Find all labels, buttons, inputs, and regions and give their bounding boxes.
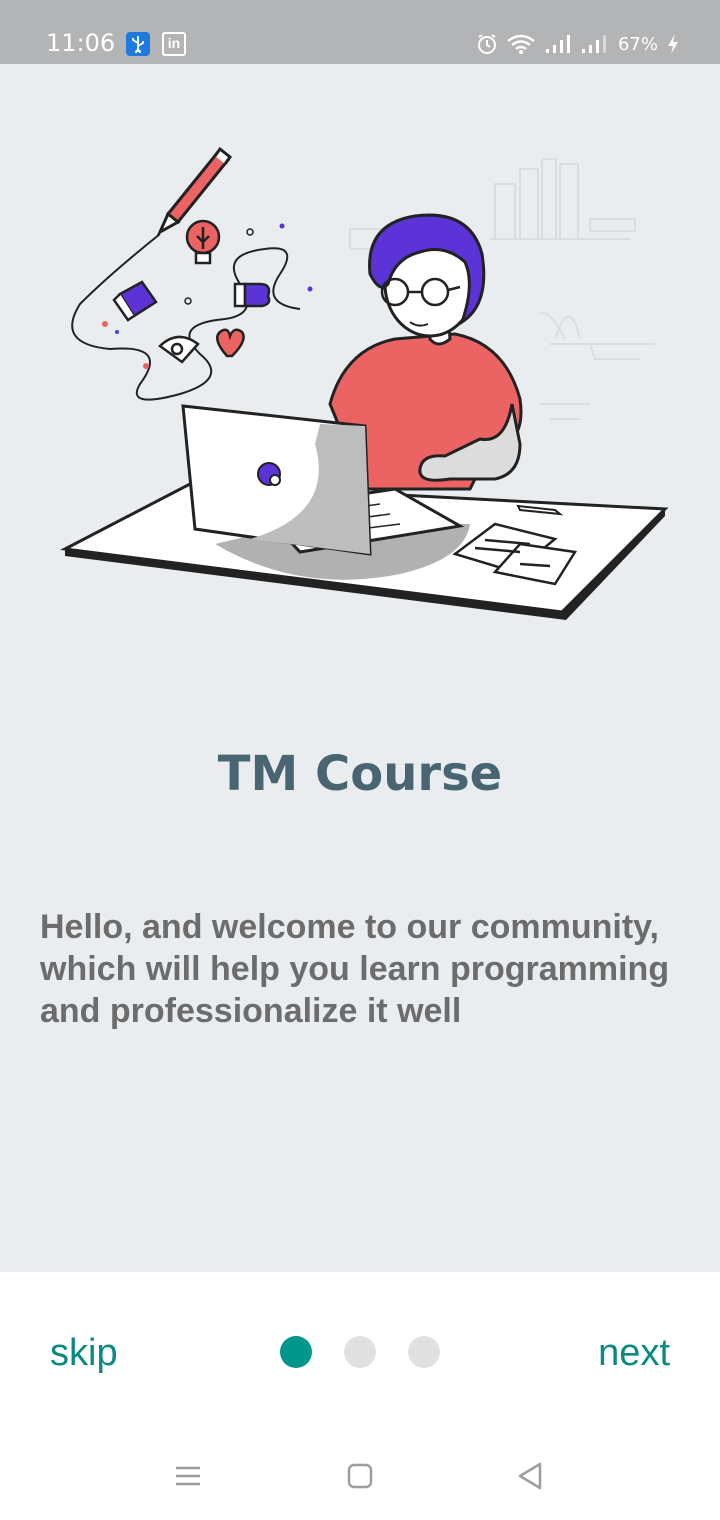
page-dot-2[interactable] bbox=[344, 1336, 376, 1368]
page-indicator bbox=[280, 1336, 440, 1368]
skip-button[interactable]: skip bbox=[50, 1330, 118, 1376]
alarm-icon bbox=[477, 34, 496, 54]
onboarding-page: TM Course Hello, and welcome to our comm… bbox=[0, 64, 720, 1272]
signal-icon-2 bbox=[581, 35, 606, 53]
linkedin-icon: in bbox=[162, 32, 186, 56]
home-icon[interactable] bbox=[344, 1460, 376, 1492]
battery-level: 67% bbox=[617, 33, 658, 55]
person-at-laptop-illustration bbox=[60, 146, 669, 620]
next-button[interactable]: next bbox=[598, 1330, 670, 1376]
signal-icon bbox=[545, 35, 570, 53]
usb-debug-icon bbox=[126, 32, 150, 56]
status-time: 11:06 bbox=[46, 29, 116, 57]
page-dot-1[interactable] bbox=[280, 1336, 312, 1368]
back-icon[interactable] bbox=[514, 1460, 546, 1492]
page-title: TM Course bbox=[217, 746, 503, 802]
wifi-icon bbox=[507, 34, 535, 54]
status-bar: 11:06 in 67% bbox=[0, 0, 720, 64]
onboarding-controls: skip next bbox=[0, 1272, 720, 1432]
system-navigation-bar bbox=[0, 1432, 720, 1520]
charging-icon bbox=[668, 34, 678, 54]
welcome-description: Hello, and welcome to our community, whi… bbox=[40, 908, 670, 1030]
page-dot-3[interactable] bbox=[408, 1336, 440, 1368]
menu-icon[interactable] bbox=[172, 1460, 204, 1492]
